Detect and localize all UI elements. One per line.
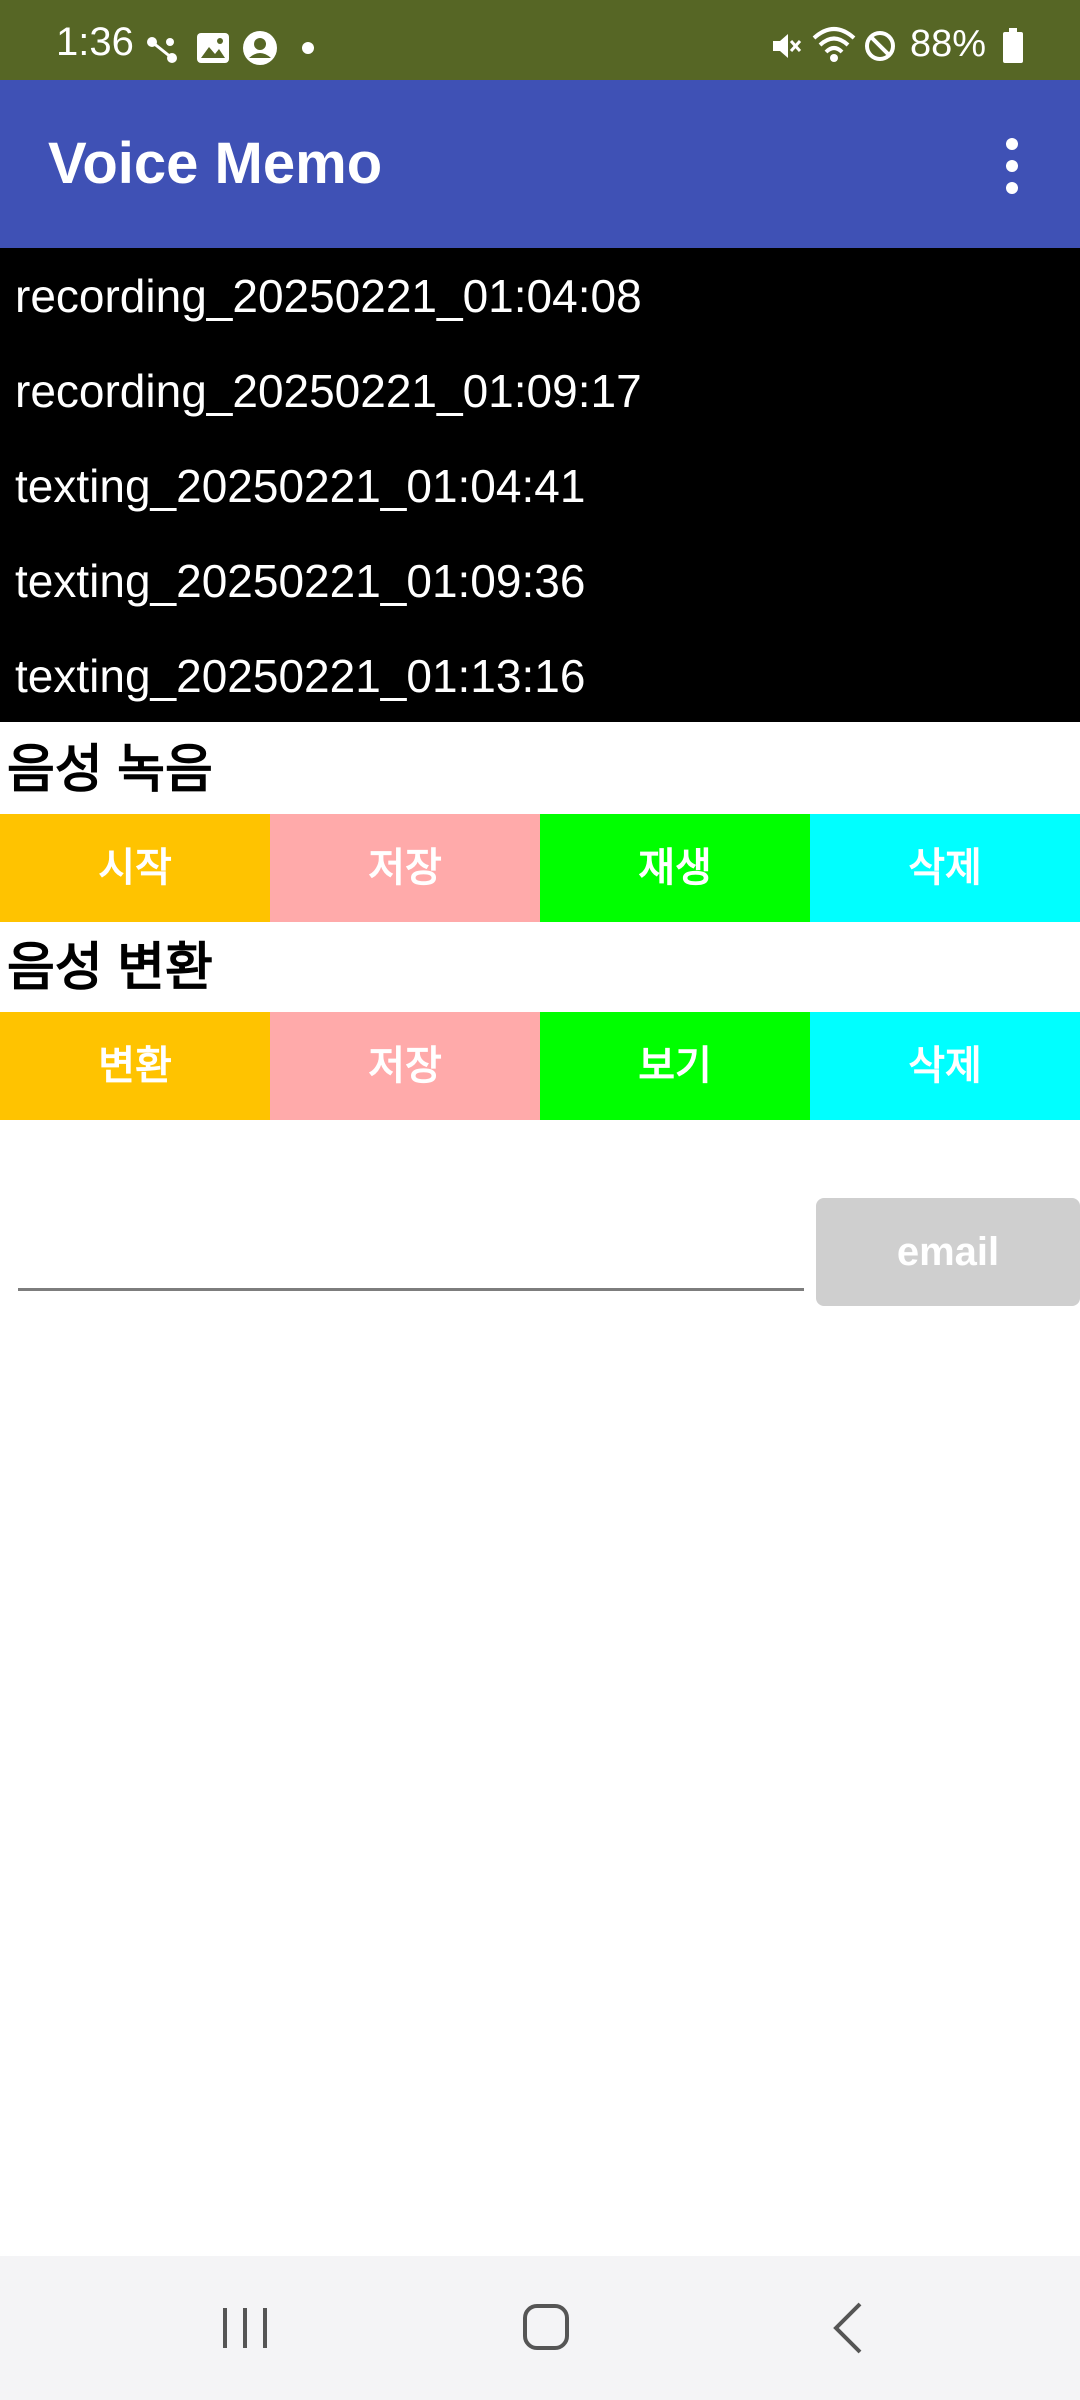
status-time: 1:36: [56, 20, 134, 64]
record-start-button[interactable]: 시작: [0, 814, 270, 922]
gallery-icon: [197, 33, 229, 63]
home-icon[interactable]: [446, 2256, 646, 2400]
recent-apps-icon[interactable]: [144, 2256, 344, 2400]
record-delete-button[interactable]: 삭제: [810, 814, 1080, 922]
blocked-icon: [865, 31, 895, 61]
account-icon: [243, 31, 277, 65]
voice-recording-buttons: 시작 저장 재생 삭제: [0, 814, 1080, 922]
voice-recording-title: 음성 녹음: [7, 741, 213, 799]
app-title: Voice Memo: [48, 131, 383, 196]
more-vert-icon[interactable]: [990, 134, 1034, 198]
connect-icon: [147, 37, 177, 63]
record-save-button[interactable]: 저장: [270, 814, 540, 922]
list-item[interactable]: texting_20250221_01:13:16: [15, 646, 585, 706]
record-play-button[interactable]: 재생: [540, 814, 810, 922]
navigation-bar: [0, 2256, 1080, 2400]
email-button[interactable]: email: [816, 1198, 1080, 1306]
convert-delete-button[interactable]: 삭제: [810, 1012, 1080, 1120]
mute-icon: [773, 34, 802, 58]
convert-save-button[interactable]: 저장: [270, 1012, 540, 1120]
convert-button[interactable]: 변환: [0, 1012, 270, 1120]
convert-view-button[interactable]: 보기: [540, 1012, 810, 1120]
wifi-icon: [812, 27, 856, 62]
back-icon[interactable]: [750, 2256, 950, 2400]
battery-percentage: 88%: [910, 23, 987, 65]
dot-icon: [302, 42, 314, 54]
voice-conversion-buttons: 변환 저장 보기 삭제: [0, 1012, 1080, 1120]
status-bar: 1:36 88%: [0, 0, 1080, 80]
battery-icon: [1003, 28, 1023, 63]
email-field[interactable]: [18, 1218, 804, 1291]
file-list: recording_20250221_01:04:08 recording_20…: [0, 248, 1080, 722]
app-bar: Voice Memo: [0, 80, 1080, 248]
list-item[interactable]: texting_20250221_01:04:41: [15, 456, 585, 516]
voice-conversion-title: 음성 변환: [7, 939, 213, 997]
list-item[interactable]: texting_20250221_01:09:36: [15, 551, 585, 611]
list-item[interactable]: recording_20250221_01:09:17: [15, 361, 642, 421]
list-item[interactable]: recording_20250221_01:04:08: [15, 266, 642, 326]
